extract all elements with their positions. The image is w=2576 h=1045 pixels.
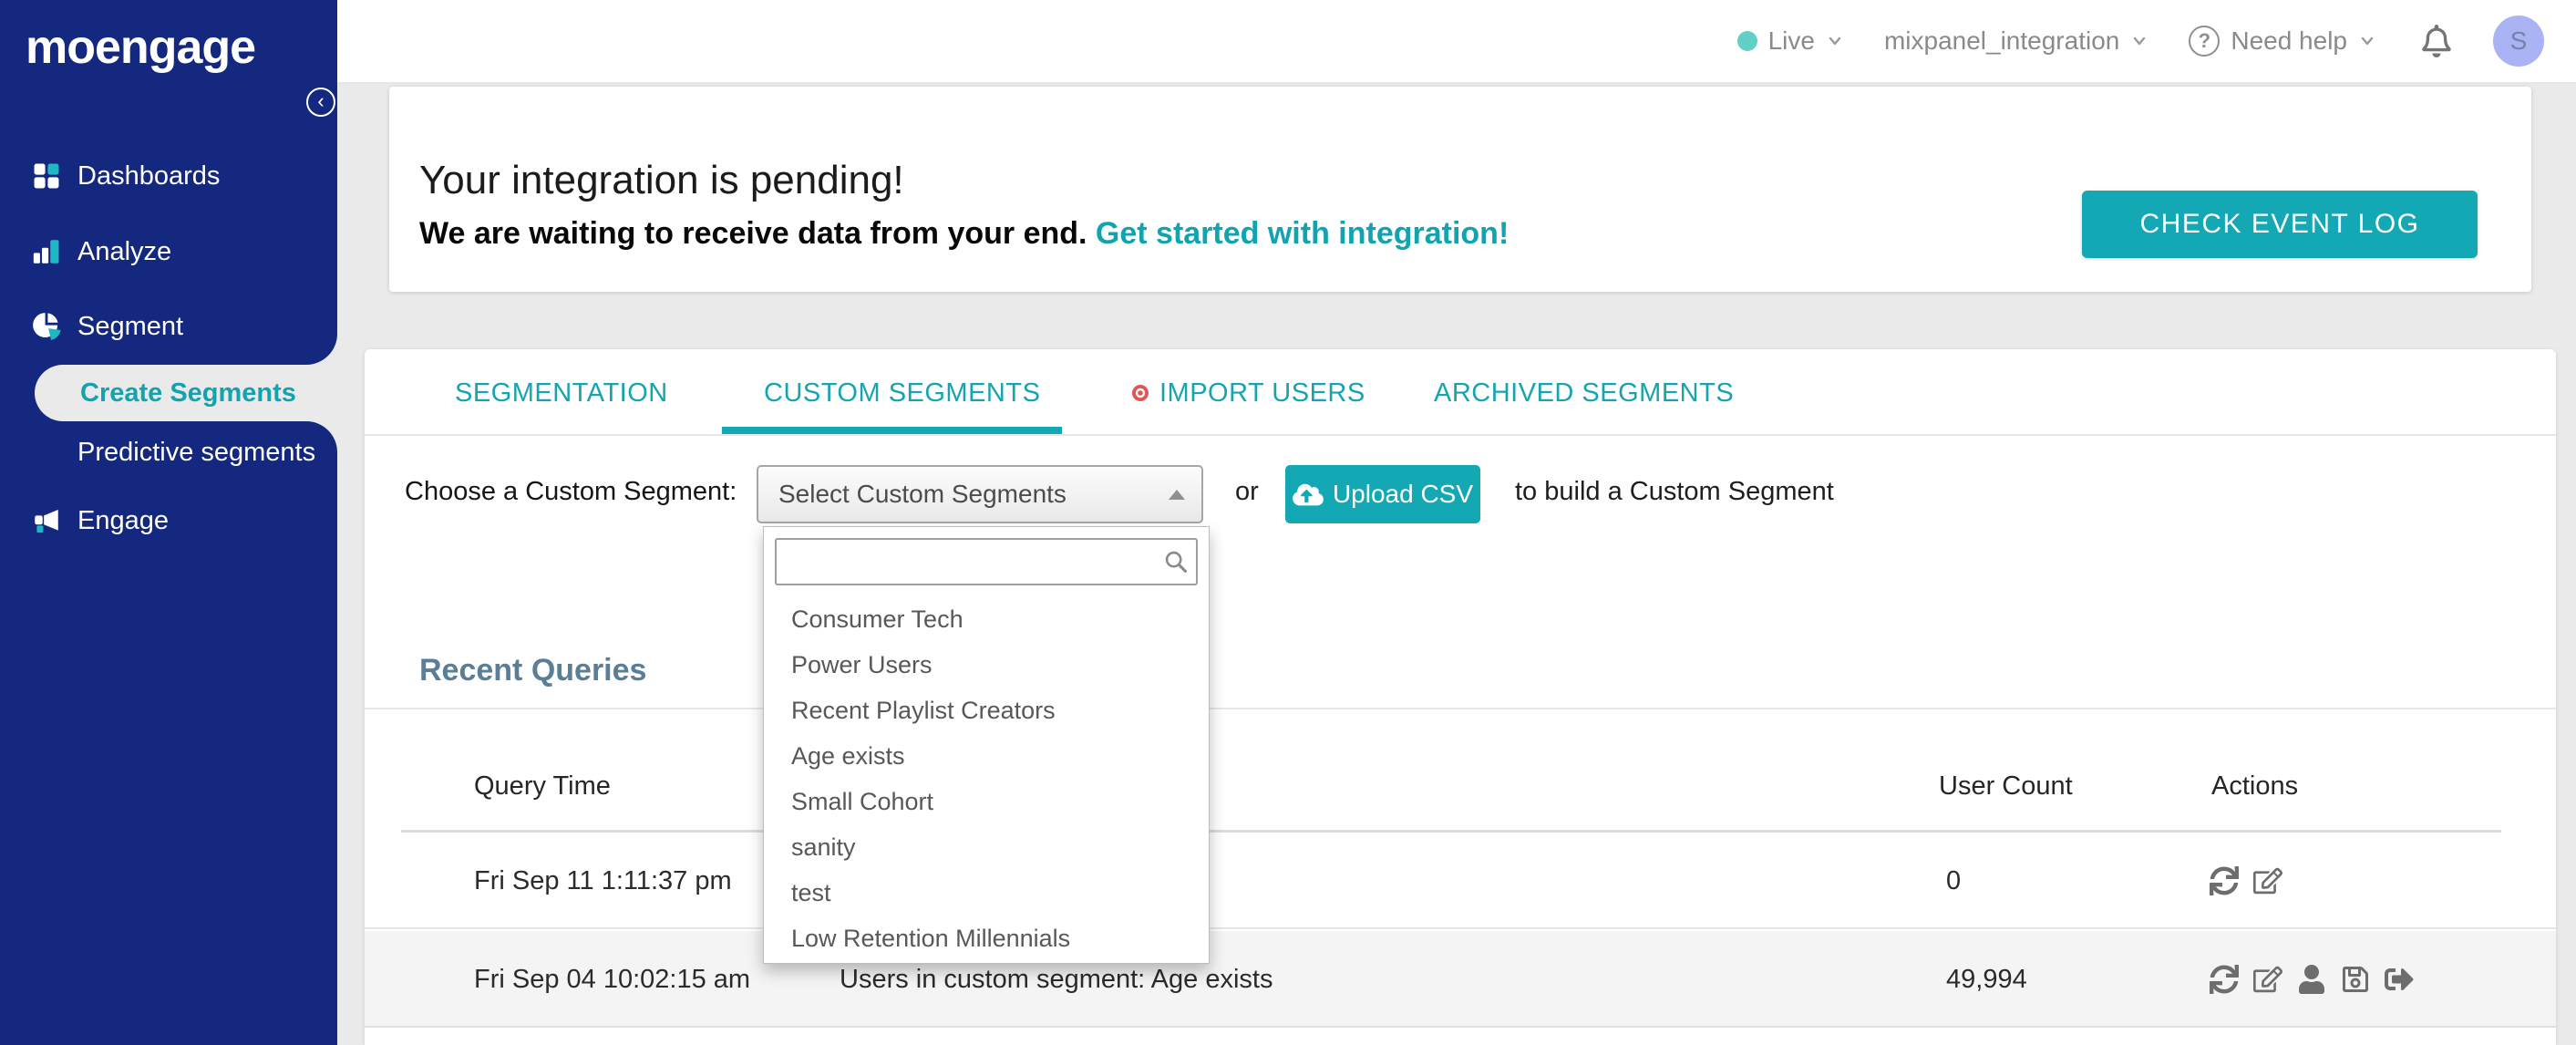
get-started-link[interactable]: Get started with integration! (1096, 216, 1509, 251)
avatar-initial: S (2509, 26, 2528, 55)
sidebar-item-dashboards[interactable]: Dashboards (0, 150, 337, 202)
banner-subtitle: We are waiting to receive data from your… (419, 216, 1509, 252)
custom-segments-dropdown: Consumer Tech Power Users Recent Playlis… (763, 526, 1210, 964)
column-header-query-time: Query Time (474, 771, 611, 801)
integration-pending-banner: Your integration is pending! We are wait… (389, 87, 2531, 292)
sidebar-item-create-segments[interactable]: Create Segments (35, 365, 337, 421)
refresh-icon[interactable] (2210, 866, 2239, 895)
need-help-menu[interactable]: ? Need help (2189, 26, 2376, 57)
check-event-log-button[interactable]: CHECK EVENT LOG (2082, 191, 2478, 258)
sidebar: moengage Dashboards Analyze Segment Crea… (0, 0, 337, 1045)
user-icon[interactable] (2297, 965, 2326, 994)
cloud-upload-icon (1293, 483, 1324, 505)
workspace-name: mixpanel_integration (1883, 26, 2120, 55)
row-actions (2210, 833, 2282, 929)
segment-option[interactable]: Power Users (764, 642, 1209, 688)
column-header-user-count: User Count (1939, 771, 2073, 801)
pill-notch (306, 334, 337, 365)
segment-option[interactable]: sanity (764, 824, 1209, 870)
segment-option[interactable]: test (764, 870, 1209, 916)
user-count-cell: 49,994 (1946, 965, 2027, 994)
moengage-app: Live mixpanel_integration ? Need help S … (0, 0, 2576, 1045)
upload-csv-label: Upload CSV (1332, 480, 1474, 508)
upload-csv-button[interactable]: Upload CSV (1285, 465, 1480, 523)
sidebar-item-predictive-segments[interactable]: Predictive segments (77, 438, 315, 468)
sidebar-item-engage[interactable]: Engage (0, 495, 337, 546)
sidebar-item-segment[interactable]: Segment (0, 301, 337, 352)
tab-archived-segments[interactable]: ARCHIVED SEGMENTS (1434, 377, 1734, 409)
export-icon[interactable] (2385, 965, 2414, 994)
need-help-label: Need help (2231, 26, 2347, 55)
segments-card: SEGMENTATION CUSTOM SEGMENTS IMPORT USER… (365, 349, 2556, 1045)
megaphone-icon (35, 509, 58, 533)
bar-chart-icon (33, 240, 59, 264)
build-segment-suffix: to build a Custom Segment (1515, 477, 1834, 506)
choose-segment-label: Choose a Custom Segment: (405, 477, 737, 506)
tabs-divider (365, 434, 2556, 436)
chevron-down-icon (2134, 36, 2146, 46)
live-status-dot (1736, 31, 1757, 51)
triangle-up-icon (1169, 489, 1185, 500)
tab-segmentation[interactable]: SEGMENTATION (455, 377, 668, 409)
segment-option[interactable]: Consumer Tech (764, 596, 1209, 642)
row-actions (2210, 931, 2414, 1028)
segment-options-list: Consumer Tech Power Users Recent Playlis… (764, 596, 1209, 961)
active-tab-underline (722, 427, 1062, 434)
sidebar-collapse-button[interactable]: ‹ (306, 88, 335, 117)
select-value: Select Custom Segments (778, 480, 1066, 508)
user-count-cell: 0 (1946, 866, 1962, 895)
chevron-down-icon (1829, 36, 1841, 46)
red-dot-icon (1132, 385, 1149, 401)
topbar: Live mixpanel_integration ? Need help S (337, 0, 2576, 84)
chevron-left-icon: ‹ (317, 89, 325, 112)
query-time-cell: Fri Sep 04 10:02:15 am (474, 965, 751, 994)
segment-option[interactable]: Age exists (764, 733, 1209, 779)
custom-segments-select[interactable]: Select Custom Segments (757, 465, 1203, 523)
sidebar-item-analyze[interactable]: Analyze (0, 226, 337, 277)
segment-option[interactable]: Small Cohort (764, 779, 1209, 824)
segment-option[interactable]: Recent Playlist Creators (764, 688, 1209, 733)
pie-chart-icon (33, 313, 61, 340)
segment-search-input[interactable] (775, 538, 1198, 585)
edit-icon[interactable] (2253, 965, 2282, 994)
column-header-actions: Actions (2211, 771, 2299, 801)
segment-option[interactable]: Low Retention Millennials (764, 916, 1209, 961)
workspace-selector[interactable]: mixpanel_integration (1884, 26, 2148, 56)
banner-subtitle-text: We are waiting to receive data from your… (419, 216, 1087, 251)
moengage-logo[interactable]: moengage (26, 20, 256, 75)
refresh-icon[interactable] (2210, 965, 2239, 994)
divider (365, 708, 2556, 709)
recent-queries-title: Recent Queries (419, 653, 647, 688)
bell-icon (2422, 25, 2451, 57)
banner-title: Your integration is pending! (419, 158, 904, 202)
table-row: Fri Sep 11 1:11:37 pm 0 (365, 833, 2556, 929)
or-label: or (1235, 477, 1259, 506)
environment-label: Live (1767, 26, 1815, 55)
tab-custom-segments[interactable]: CUSTOM SEGMENTS (764, 377, 1040, 409)
user-avatar[interactable]: S (2493, 16, 2544, 67)
table-row: Fri Sep 04 10:02:15 am Users in custom s… (365, 931, 2556, 1028)
query-time-cell: Fri Sep 11 1:11:37 pm (474, 866, 732, 895)
chevron-down-icon (2361, 36, 2374, 46)
environment-selector[interactable]: Live (1736, 26, 1844, 56)
tab-import-users[interactable]: IMPORT USERS (1130, 377, 1365, 409)
edit-icon[interactable] (2253, 866, 2282, 895)
notifications-button[interactable] (2420, 25, 2453, 57)
grid-icon (34, 163, 59, 189)
question-circle-icon: ? (2189, 26, 2221, 57)
search-icon (1165, 551, 1188, 574)
save-icon[interactable] (2341, 965, 2370, 994)
